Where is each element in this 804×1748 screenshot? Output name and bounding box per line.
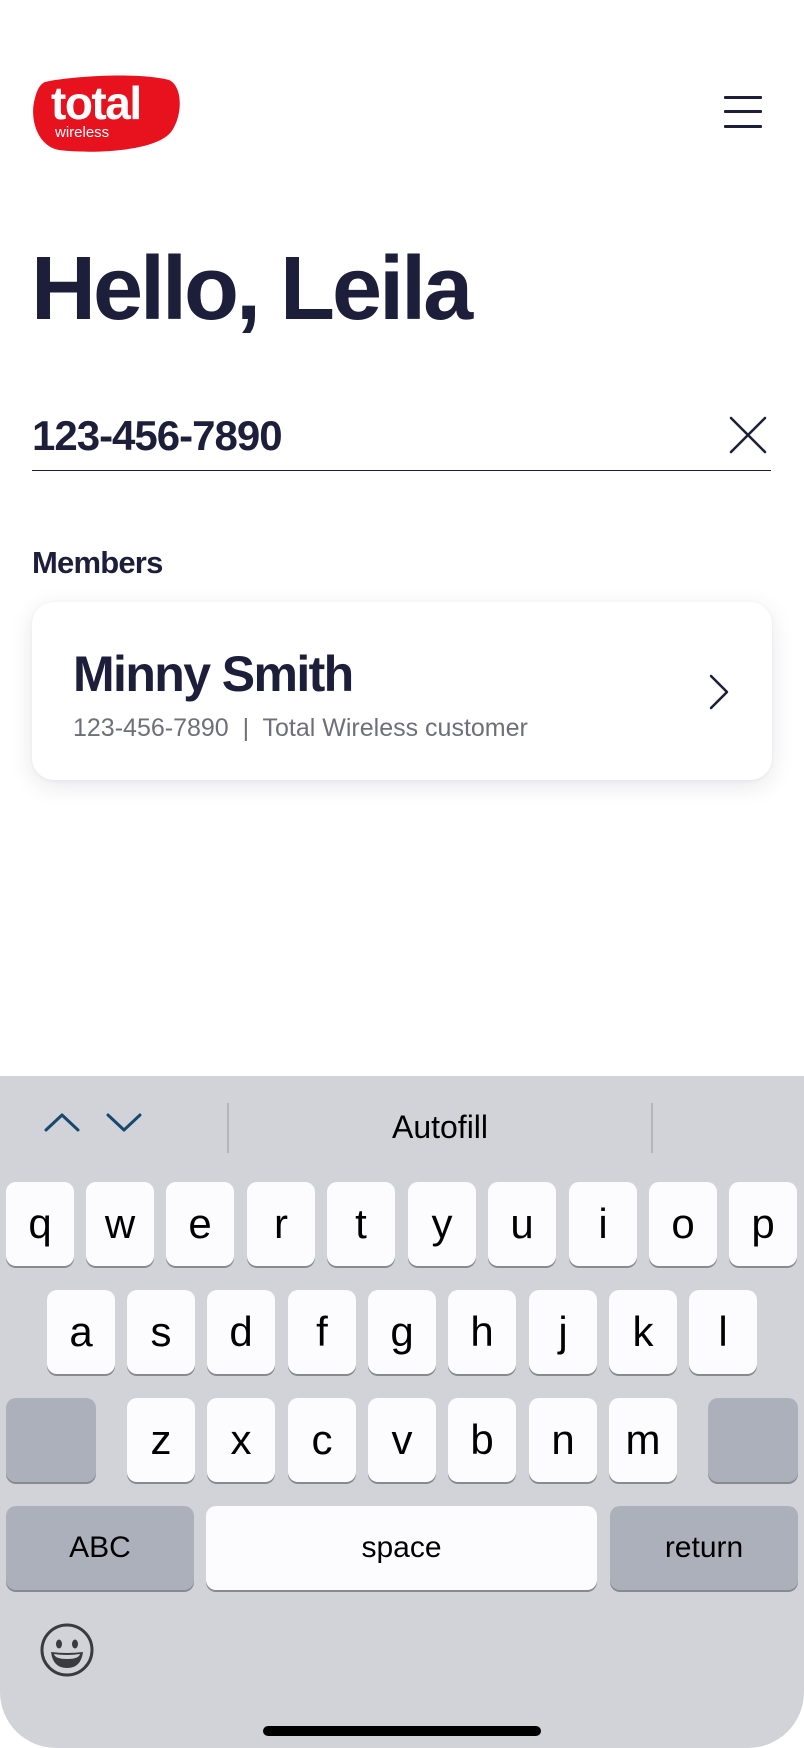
key-g[interactable]: g	[368, 1290, 436, 1374]
member-detail: 123-456-7890 | Total Wireless customer	[73, 714, 528, 742]
on-screen-keyboard: Autofill q w e r t y u i o p a s d f g h…	[0, 1076, 804, 1748]
greeting-title: Hello, Leila	[31, 239, 473, 339]
chevron-up-icon[interactable]	[42, 1110, 82, 1134]
key-k[interactable]: k	[609, 1290, 677, 1374]
key-j[interactable]: j	[529, 1290, 597, 1374]
key-s[interactable]: s	[127, 1290, 195, 1374]
shift-key[interactable]	[6, 1398, 96, 1482]
abc-key[interactable]: ABC	[6, 1506, 194, 1590]
key-a[interactable]: a	[47, 1290, 115, 1374]
chevron-down-icon[interactable]	[104, 1110, 144, 1134]
chevron-right-icon	[706, 672, 732, 712]
key-l[interactable]: l	[689, 1290, 757, 1374]
key-b[interactable]: b	[448, 1398, 516, 1482]
hamburger-menu-icon[interactable]	[718, 92, 770, 132]
menu-line	[724, 125, 762, 128]
member-card[interactable]: Minny Smith 123-456-7890 | Total Wireles…	[32, 602, 772, 780]
key-c[interactable]: c	[288, 1398, 356, 1482]
key-t[interactable]: t	[327, 1182, 395, 1266]
key-f[interactable]: f	[288, 1290, 356, 1374]
autofill-button[interactable]: Autofill	[228, 1109, 652, 1145]
key-r[interactable]: r	[247, 1182, 315, 1266]
members-section-label: Members	[32, 545, 163, 580]
toolbar-divider	[651, 1103, 653, 1153]
phone-search-input[interactable]	[32, 411, 672, 461]
home-indicator	[263, 1726, 541, 1736]
key-z[interactable]: z	[127, 1398, 195, 1482]
member-name: Minny Smith	[73, 646, 354, 702]
key-y[interactable]: y	[408, 1182, 476, 1266]
logo-wordmark: total	[51, 77, 142, 129]
key-i[interactable]: i	[569, 1182, 637, 1266]
key-p[interactable]: p	[729, 1182, 797, 1266]
menu-line	[724, 96, 762, 99]
keyboard-toolbar: Autofill	[0, 1076, 804, 1176]
emoji-icon[interactable]	[39, 1622, 95, 1678]
key-m[interactable]: m	[609, 1398, 677, 1482]
return-key[interactable]: return	[610, 1506, 798, 1590]
logo-subtitle: wireless	[55, 124, 110, 141]
space-key[interactable]: space	[206, 1506, 597, 1590]
key-d[interactable]: d	[207, 1290, 275, 1374]
key-x[interactable]: x	[207, 1398, 275, 1482]
key-w[interactable]: w	[86, 1182, 154, 1266]
key-o[interactable]: o	[649, 1182, 717, 1266]
menu-line	[724, 110, 762, 113]
key-e[interactable]: e	[166, 1182, 234, 1266]
backspace-key[interactable]	[708, 1398, 798, 1482]
key-n[interactable]: n	[529, 1398, 597, 1482]
key-u[interactable]: u	[488, 1182, 556, 1266]
key-v[interactable]: v	[368, 1398, 436, 1482]
phone-search-field	[32, 405, 771, 471]
brand-logo[interactable]: total wireless	[31, 74, 181, 154]
close-icon[interactable]	[727, 414, 769, 456]
key-q[interactable]: q	[6, 1182, 74, 1266]
key-h[interactable]: h	[448, 1290, 516, 1374]
